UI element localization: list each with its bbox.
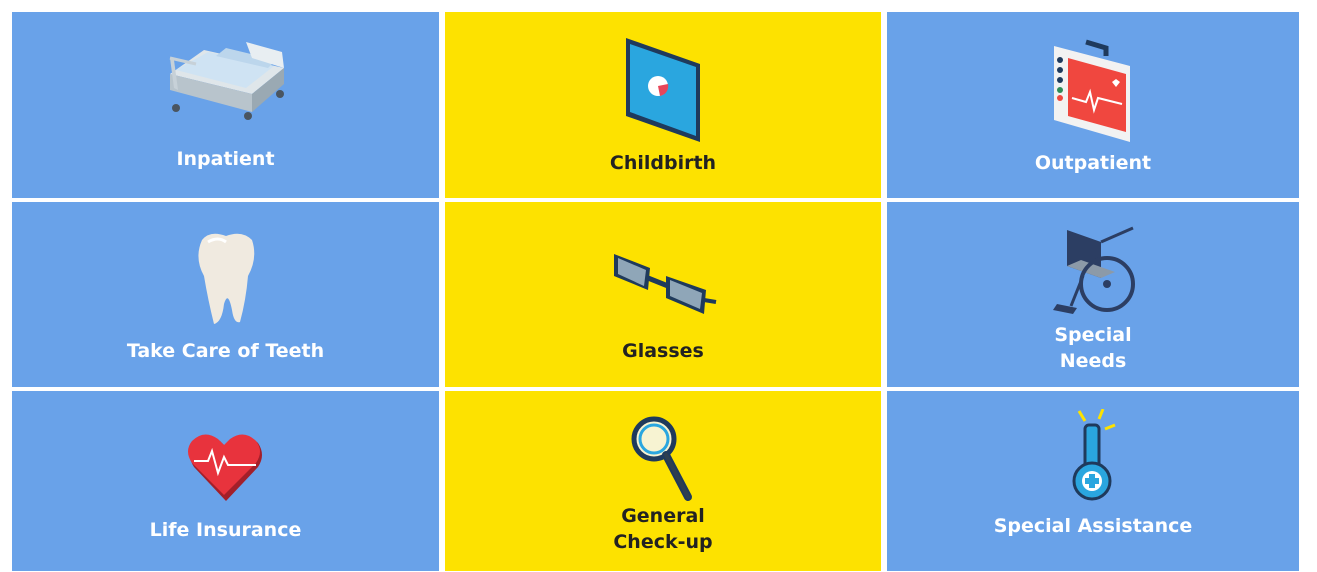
tile-glasses[interactable]: Glasses xyxy=(445,202,881,387)
tooth-icon xyxy=(197,233,254,324)
tile-label-line: Take Care of Teeth xyxy=(126,340,325,362)
tile-label-line: Special Assistance xyxy=(993,515,1193,537)
tile-label: Glasses xyxy=(445,338,881,364)
tile-label-line: Needs xyxy=(1059,350,1127,372)
tile-label: Special Assistance xyxy=(887,513,1299,539)
heart-pulse-icon xyxy=(187,434,262,501)
services-grid: Inpatient Childbirth Outpatient Take Car… xyxy=(12,12,1305,572)
tile-label-line: Childbirth xyxy=(609,152,717,174)
tile-label: Inpatient xyxy=(12,146,439,172)
tile-label-line: Life Insurance xyxy=(149,519,302,541)
tile-inpatient[interactable]: Inpatient xyxy=(12,12,439,198)
tile-label: Special Needs xyxy=(887,322,1299,374)
ultrasound-monitor-icon xyxy=(626,38,700,142)
tile-label-line: Special xyxy=(1054,324,1132,346)
tile-label: Life Insurance xyxy=(12,517,439,543)
tile-label: General Check-up xyxy=(445,503,881,555)
tile-childbirth[interactable]: Childbirth xyxy=(445,12,881,198)
tile-special-assistance[interactable]: Special Assistance xyxy=(887,391,1299,571)
tile-teeth[interactable]: Take Care of Teeth xyxy=(12,202,439,387)
tile-special-needs[interactable]: Special Needs xyxy=(887,202,1299,387)
tile-label: Outpatient xyxy=(887,150,1299,176)
tile-label: Take Care of Teeth xyxy=(12,338,439,364)
hospital-bed-icon xyxy=(169,42,284,120)
medical-thermometer-icon xyxy=(1072,409,1116,501)
tile-label: Childbirth xyxy=(445,150,881,176)
tile-label-line: Inpatient xyxy=(176,148,275,170)
tile-outpatient[interactable]: Outpatient xyxy=(887,12,1299,198)
magnifier-icon xyxy=(631,416,692,501)
tile-general-checkup[interactable]: General Check-up xyxy=(445,391,881,571)
wheelchair-icon xyxy=(1053,226,1135,314)
tile-life-insurance[interactable]: Life Insurance xyxy=(12,391,439,571)
tile-label-line: Check-up xyxy=(613,531,713,553)
tile-label-line: Outpatient xyxy=(1034,152,1152,174)
glasses-icon xyxy=(614,254,717,314)
tile-label-line: General xyxy=(621,505,705,527)
medical-case-icon xyxy=(1054,39,1130,142)
tile-label-line: Glasses xyxy=(622,340,704,362)
